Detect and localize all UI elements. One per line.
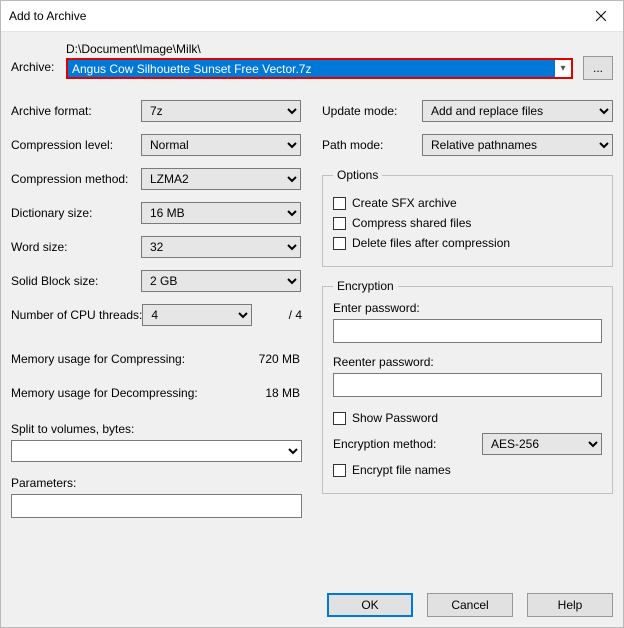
encrypt-filenames-checkbox[interactable] xyxy=(333,464,346,477)
update-mode-combo[interactable]: Add and replace files xyxy=(422,100,613,122)
options-group: Options Create SFX archive Compress shar… xyxy=(322,168,613,267)
compress-shared-checkbox[interactable] xyxy=(333,217,346,230)
delete-after-checkbox[interactable] xyxy=(333,237,346,250)
titlebar: Add to Archive xyxy=(1,1,623,32)
reenter-password-input[interactable] xyxy=(333,373,602,397)
solid-block-size-combo[interactable]: 2 GB xyxy=(141,270,301,292)
archive-label: Archive: xyxy=(11,42,66,74)
word-size-label: Word size: xyxy=(11,240,141,254)
chevron-down-icon: ▾ xyxy=(555,60,571,77)
delete-after-label: Delete files after compression xyxy=(352,236,510,250)
encryption-method-label: Encryption method: xyxy=(333,437,482,451)
archive-format-label: Archive format: xyxy=(11,104,141,118)
mem-compress-value: 720 MB xyxy=(211,352,302,366)
cpu-threads-label: Number of CPU threads: xyxy=(11,308,142,322)
compression-level-label: Compression level: xyxy=(11,138,141,152)
options-legend: Options xyxy=(333,168,382,182)
parameters-input[interactable] xyxy=(11,494,302,518)
window-title: Add to Archive xyxy=(9,9,86,23)
dialog-buttons: OK Cancel Help xyxy=(327,593,613,617)
encrypt-filenames-label: Encrypt file names xyxy=(352,463,451,477)
compress-shared-label: Compress shared files xyxy=(352,216,471,230)
sfx-checkbox[interactable] xyxy=(333,197,346,210)
encryption-method-combo[interactable]: AES-256 xyxy=(482,433,602,455)
help-button[interactable]: Help xyxy=(527,593,613,617)
left-column: Archive format: 7z Compression level: No… xyxy=(11,100,302,518)
compression-level-combo[interactable]: Normal xyxy=(141,134,301,156)
show-password-label: Show Password xyxy=(352,411,438,425)
close-button[interactable] xyxy=(579,1,623,31)
word-size-combo[interactable]: 32 xyxy=(141,236,301,258)
cancel-button[interactable]: Cancel xyxy=(427,593,513,617)
path-mode-label: Path mode: xyxy=(322,138,422,152)
update-mode-label: Update mode: xyxy=(322,104,422,118)
split-volumes-label: Split to volumes, bytes: xyxy=(11,422,302,436)
enter-password-label: Enter password: xyxy=(333,301,602,315)
mem-compress-label: Memory usage for Compressing: xyxy=(11,352,211,366)
dictionary-size-label: Dictionary size: xyxy=(11,206,141,220)
reenter-password-label: Reenter password: xyxy=(333,355,602,369)
ok-button[interactable]: OK xyxy=(327,593,413,617)
show-password-checkbox[interactable] xyxy=(333,412,346,425)
dialog-content: Archive: D:\Document\Image\Milk\ Angus C… xyxy=(1,32,623,518)
compression-method-combo[interactable]: LZMA2 xyxy=(141,168,301,190)
mem-decompress-label: Memory usage for Decompressing: xyxy=(11,386,211,400)
archive-path: D:\Document\Image\Milk\ xyxy=(66,42,613,56)
cpu-threads-combo[interactable]: 4 xyxy=(142,304,252,326)
archive-name-combo[interactable]: Angus Cow Silhouette Sunset Free Vector.… xyxy=(66,58,573,79)
split-volumes-combo[interactable] xyxy=(11,440,302,462)
path-mode-combo[interactable]: Relative pathnames xyxy=(422,134,613,156)
solid-block-size-label: Solid Block size: xyxy=(11,274,141,288)
encryption-legend: Encryption xyxy=(333,279,398,293)
archive-filename: Angus Cow Silhouette Sunset Free Vector.… xyxy=(68,60,555,77)
archive-format-combo[interactable]: 7z xyxy=(141,100,301,122)
encryption-group: Encryption Enter password: Reenter passw… xyxy=(322,279,613,494)
sfx-label: Create SFX archive xyxy=(352,196,457,210)
browse-button[interactable]: ... xyxy=(583,56,613,80)
dialog-add-to-archive: Add to Archive Archive: D:\Document\Imag… xyxy=(0,0,624,628)
close-icon xyxy=(596,11,606,21)
parameters-label: Parameters: xyxy=(11,476,302,490)
dictionary-size-combo[interactable]: 16 MB xyxy=(141,202,301,224)
right-column: Update mode: Add and replace files Path … xyxy=(322,100,613,518)
enter-password-input[interactable] xyxy=(333,319,602,343)
mem-decompress-value: 18 MB xyxy=(211,386,302,400)
cpu-threads-total: / 4 xyxy=(262,308,302,322)
compression-method-label: Compression method: xyxy=(11,172,141,186)
